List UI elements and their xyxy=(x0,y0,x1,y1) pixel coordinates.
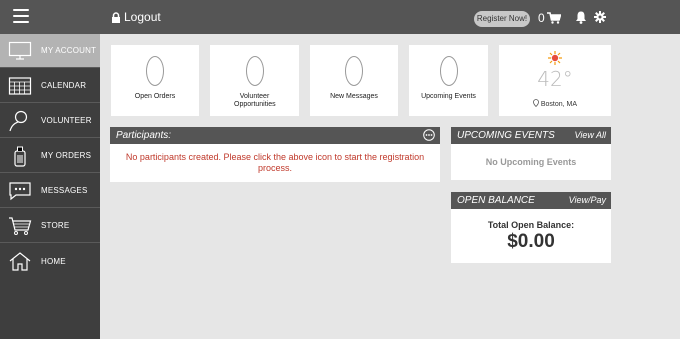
upcoming-events-title: UPCOMING EVENTS xyxy=(457,130,555,141)
sidebar-item-label: MESSAGES xyxy=(41,186,88,195)
participants-title: Participants: xyxy=(116,130,172,141)
sidebar-item-store[interactable]: STORE xyxy=(0,209,100,243)
monitor-icon xyxy=(8,41,32,60)
stat-zero-icon xyxy=(111,56,199,94)
calendar-icon xyxy=(8,76,32,95)
participants-header: Participants: xyxy=(110,127,440,144)
open-balance-body: Total Open Balance: $0.00 xyxy=(451,209,611,263)
volunteer-icon xyxy=(9,110,28,131)
sidebar-item-label: CALENDAR xyxy=(41,81,87,90)
menu-icon[interactable] xyxy=(13,9,29,23)
stat-card-upcoming-events[interactable]: Upcoming Events xyxy=(409,45,488,116)
stat-zero-icon xyxy=(210,56,299,94)
lock-icon xyxy=(112,11,120,23)
store-cart-icon xyxy=(9,216,32,235)
stat-zero-icon xyxy=(310,56,398,94)
cart-count: 0 xyxy=(538,11,545,25)
upcoming-events-empty: No Upcoming Events xyxy=(451,144,611,180)
open-balance-title: OPEN BALANCE xyxy=(457,195,535,206)
cart-icon[interactable] xyxy=(547,12,561,24)
stat-label: Open Orders xyxy=(134,93,176,100)
sidebar-item-my-account[interactable]: MY ACCOUNT xyxy=(0,34,100,68)
sidebar-item-label: VOLUNTEER xyxy=(41,116,92,125)
open-balance-header: OPEN BALANCE View/Pay xyxy=(451,192,611,209)
stat-zero-icon xyxy=(409,56,488,94)
sidebar-item-label: MY ORDERS xyxy=(41,151,92,160)
stat-card-new-messages[interactable]: New Messages xyxy=(310,45,398,116)
stat-card-volunteer-opportunities[interactable]: Volunteer Opportunities xyxy=(210,45,299,116)
stat-label: New Messages xyxy=(330,93,378,100)
view-pay-link[interactable]: View/Pay xyxy=(569,192,606,209)
add-participant-icon[interactable] xyxy=(423,129,435,141)
gear-icon[interactable] xyxy=(594,11,606,23)
stat-label: Volunteer Opportunities xyxy=(234,93,276,108)
sidebar-item-home[interactable]: HOME xyxy=(0,244,100,278)
sidebar-item-volunteer[interactable]: VOLUNTEER xyxy=(0,104,100,138)
sidebar-item-label: STORE xyxy=(41,221,70,230)
bell-icon[interactable] xyxy=(575,11,587,24)
weather-temp: 42° xyxy=(537,67,573,91)
location-pin-icon xyxy=(533,99,539,108)
view-all-link[interactable]: View All xyxy=(574,127,606,144)
stat-label: Upcoming Events xyxy=(421,93,476,100)
sun-icon xyxy=(548,51,562,65)
logout-link[interactable]: Logout xyxy=(111,10,161,24)
stat-card-open-orders[interactable]: Open Orders xyxy=(111,45,199,116)
open-balance-label: Total Open Balance: xyxy=(487,220,575,230)
weather-widget: 42° Boston, MA xyxy=(499,45,611,116)
logout-label: Logout xyxy=(124,10,161,24)
weather-city: Boston, MA xyxy=(499,99,611,108)
upcoming-events-header: UPCOMING EVENTS View All xyxy=(451,127,611,144)
top-bar: Logout Register Now! 0 xyxy=(0,0,680,34)
messages-icon xyxy=(9,181,31,200)
orders-icon xyxy=(14,146,26,167)
sidebar-item-label: MY ACCOUNT xyxy=(41,46,97,55)
sidebar: MY ACCOUNT CALENDAR VOLUNTEER MY ORDERS … xyxy=(0,34,100,339)
participants-message: No participants created. Please click th… xyxy=(110,144,440,182)
sidebar-item-calendar[interactable]: CALENDAR xyxy=(0,69,100,103)
sidebar-item-label: HOME xyxy=(41,256,66,266)
home-icon xyxy=(9,252,31,271)
register-now-button[interactable]: Register Now! xyxy=(474,11,530,27)
sidebar-item-my-orders[interactable]: MY ORDERS xyxy=(0,139,100,173)
open-balance-value: $0.00 xyxy=(507,231,555,252)
sidebar-item-messages[interactable]: MESSAGES xyxy=(0,174,100,208)
